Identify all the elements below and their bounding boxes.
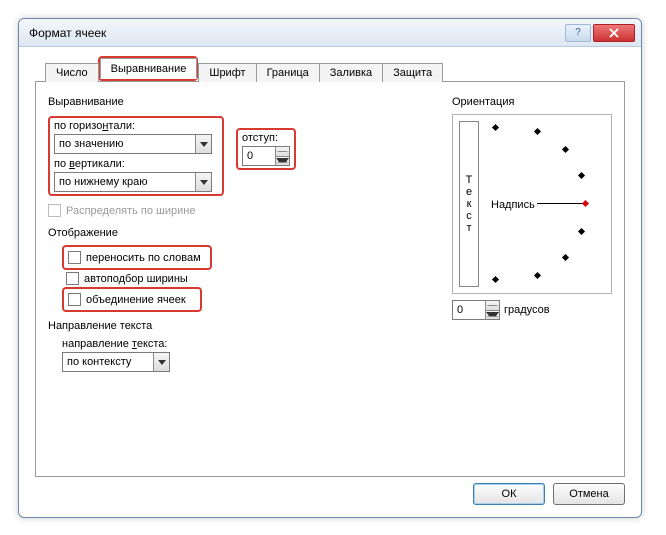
distribute-label: Распределять по ширине xyxy=(66,205,195,217)
orientation-box: Т е к с т Надпись xyxy=(452,114,612,294)
vertical-combo[interactable]: по нижнему краю xyxy=(54,172,212,192)
textdir-value: по контексту xyxy=(63,356,153,368)
spinner-up-icon[interactable] xyxy=(486,301,499,311)
tab-panel: Выравнивание по горизонтали: по значению… xyxy=(35,81,625,477)
wrap-label: переносить по словам xyxy=(86,252,201,264)
spinner-up-icon[interactable] xyxy=(276,147,289,157)
textdir-label: направление текста: xyxy=(62,338,438,350)
help-button[interactable]: ? xyxy=(565,24,591,42)
indent-label: отступ: xyxy=(242,132,290,144)
shrink-checkbox[interactable]: автоподбор ширины xyxy=(66,272,438,285)
tabstrip: Число Выравнивание Шрифт Граница Заливка… xyxy=(45,57,625,81)
orientation-arc[interactable]: Надпись xyxy=(485,121,605,287)
tab-alignment[interactable]: Выравнивание xyxy=(100,58,198,79)
indent-value: 0 xyxy=(243,147,275,165)
chevron-down-icon xyxy=(195,135,211,153)
textdir-group-label: Направление текста xyxy=(48,320,438,332)
dialog-window: Формат ячеек ? Число Выравнивание Шрифт … xyxy=(18,18,642,518)
chevron-down-icon xyxy=(195,173,211,191)
degrees-value: 0 xyxy=(453,301,485,319)
vertical-value: по нижнему краю xyxy=(55,176,195,188)
close-icon xyxy=(609,28,619,38)
merge-label: объединение ячеек xyxy=(86,294,186,306)
ok-button[interactable]: ОК xyxy=(473,483,545,505)
shrink-label: автоподбор ширины xyxy=(84,273,188,285)
merge-checkbox[interactable]: объединение ячеек xyxy=(68,293,196,306)
orientation-caption: Надпись xyxy=(491,199,535,211)
tab-protection[interactable]: Защита xyxy=(382,63,443,82)
chevron-down-icon xyxy=(153,353,169,371)
horizontal-combo[interactable]: по значению xyxy=(54,134,212,154)
degrees-spinner[interactable]: 0 xyxy=(452,300,500,320)
cancel-button[interactable]: Отмена xyxy=(553,483,625,505)
alignment-group-label: Выравнивание xyxy=(48,96,438,108)
display-group-label: Отображение xyxy=(48,227,438,239)
tab-number[interactable]: Число xyxy=(45,63,99,82)
orientation-group-label: Ориентация xyxy=(452,96,612,108)
tab-border[interactable]: Граница xyxy=(256,63,320,82)
spinner-down-icon[interactable] xyxy=(486,311,499,320)
spinner-down-icon[interactable] xyxy=(276,157,289,166)
degrees-label: градусов xyxy=(504,304,550,316)
titlebar: Формат ячеек ? xyxy=(19,19,641,47)
tab-font[interactable]: Шрифт xyxy=(198,63,256,82)
vertical-label: по вертикали: xyxy=(54,158,218,170)
indent-spinner[interactable]: 0 xyxy=(242,146,290,166)
distribute-checkbox: Распределять по ширине xyxy=(48,204,438,217)
horizontal-value: по значению xyxy=(55,138,195,150)
window-title: Формат ячеек xyxy=(29,26,563,40)
orientation-vertical-text[interactable]: Т е к с т xyxy=(459,121,479,287)
horizontal-label: по горизонтали: xyxy=(54,120,218,132)
wrap-checkbox[interactable]: переносить по словам xyxy=(68,251,206,264)
textdir-combo[interactable]: по контексту xyxy=(62,352,170,372)
tab-fill[interactable]: Заливка xyxy=(319,63,383,82)
close-button[interactable] xyxy=(593,24,635,42)
